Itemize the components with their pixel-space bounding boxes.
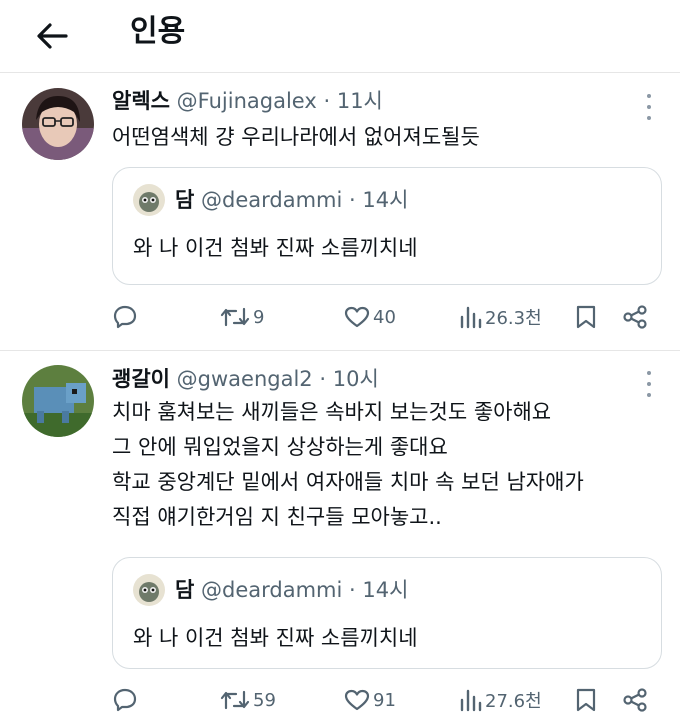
quoted-tweet-text: 와 나 이건 첨봐 진짜 소름끼치네 — [133, 626, 418, 650]
reply-button[interactable] — [112, 301, 141, 333]
quoted-avatar — [133, 184, 165, 216]
like-button[interactable]: 40 — [344, 301, 396, 333]
tweet-text-line: 치마 훔쳐보는 새끼들은 속바지 보는것도 좋아해요 — [112, 400, 552, 424]
heart-icon — [344, 306, 370, 328]
avatar[interactable] — [22, 365, 94, 437]
quoted-user-handle: @deardammi — [201, 578, 343, 602]
quoted-avatar-image — [133, 574, 165, 606]
tweet[interactable]: 괭갈이 @gwaengal2 · 10시 치마 훔쳐보는 새끼들은 속바지 보는… — [0, 351, 680, 727]
retweet-icon — [220, 690, 250, 710]
quoted-avatar — [133, 574, 165, 606]
tweet-actions: 59 91 27.6천 — [112, 684, 660, 716]
quoted-display-name: 담 — [175, 188, 195, 212]
separator-dot: · — [349, 578, 356, 602]
tweet-text: 어떤염색체 걍 우리나라에서 없어져도될듯 — [112, 120, 480, 155]
user-handle[interactable]: @Fujinagalex — [177, 89, 317, 113]
reply-icon — [113, 305, 137, 329]
tweet-text-line: 학교 중앙계단 밑에서 여자애들 치마 속 보던 남자애가 — [112, 470, 584, 494]
quoted-avatar-image — [133, 184, 165, 216]
page-title: 인용 — [130, 14, 186, 49]
separator-dot: · — [349, 188, 356, 212]
display-name[interactable]: 괭갈이 — [112, 367, 170, 391]
avatar-image — [22, 365, 94, 437]
back-button[interactable] — [30, 14, 74, 58]
more-dot-icon — [647, 382, 651, 386]
views-button[interactable]: 26.3천 — [458, 301, 542, 333]
retweet-icon — [220, 307, 250, 327]
more-dot-icon — [647, 105, 651, 109]
quoted-user-handle: @deardammi — [201, 188, 343, 212]
quoted-tweet-header: 담 @deardammi · 14시 — [175, 184, 408, 216]
quoted-timestamp: 14시 — [362, 188, 409, 212]
quoted-display-name: 담 — [175, 578, 195, 602]
top-bar: 인용 — [0, 0, 680, 72]
bookmark-button[interactable] — [575, 684, 597, 716]
more-options-button[interactable] — [644, 94, 654, 120]
display-name[interactable]: 알렉스 — [112, 89, 170, 113]
like-count: 91 — [373, 689, 396, 711]
more-dot-icon — [647, 116, 651, 120]
like-count: 40 — [373, 306, 396, 328]
more-dot-icon — [647, 94, 651, 98]
heart-icon — [344, 689, 370, 711]
share-icon — [623, 305, 647, 329]
share-button[interactable] — [622, 301, 648, 333]
views-icon — [460, 306, 482, 329]
quoted-tweet-header: 담 @deardammi · 14시 — [175, 574, 408, 606]
views-button[interactable]: 27.6천 — [458, 684, 542, 716]
share-icon — [623, 688, 647, 712]
quoted-tweet[interactable]: 담 @deardammi · 14시 와 나 이건 첨봐 진짜 소름끼치네 — [112, 557, 662, 669]
quoted-timestamp: 14시 — [362, 578, 409, 602]
quoted-tweet-text: 와 나 이건 첨봐 진짜 소름끼치네 — [133, 236, 418, 260]
separator-dot: · — [319, 367, 327, 391]
bookmark-icon — [576, 688, 596, 712]
bookmark-button[interactable] — [575, 301, 597, 333]
tweet-text: 치마 훔쳐보는 새끼들은 속바지 보는것도 좋아해요 그 안에 뭐입었을지 상상… — [112, 395, 584, 535]
retweet-count: 59 — [253, 689, 276, 711]
retweet-button[interactable]: 59 — [220, 684, 276, 716]
views-count: 27.6천 — [485, 691, 542, 712]
user-handle[interactable]: @gwaengal2 — [177, 367, 313, 391]
separator-dot: · — [323, 89, 331, 113]
timestamp[interactable]: 10시 — [333, 367, 379, 391]
reply-button[interactable] — [112, 684, 141, 716]
more-dot-icon — [647, 371, 651, 375]
tweet-actions: 9 40 26.3천 — [112, 301, 660, 333]
share-button[interactable] — [622, 684, 648, 716]
tweet-text-line: 어떤염색체 걍 우리나라에서 없어져도될듯 — [112, 125, 480, 149]
tweet-text-line: 그 안에 뭐입었을지 상상하는게 좋대요 — [112, 435, 448, 459]
avatar-image — [22, 88, 94, 160]
tweet-text-line: 직접 얘기한거임 지 친구들 모아놓고.. — [112, 505, 442, 529]
tweet-header: 괭갈이 @gwaengal2 · 10시 — [112, 364, 379, 394]
tweet-header: 알렉스 @Fujinagalex · 11시 — [112, 86, 383, 116]
views-count: 26.3천 — [485, 308, 542, 329]
bookmark-icon — [576, 305, 596, 329]
quoted-tweet[interactable]: 담 @deardammi · 14시 와 나 이건 첨봐 진짜 소름끼치네 — [112, 167, 662, 285]
avatar[interactable] — [22, 88, 94, 160]
tweet[interactable]: 알렉스 @Fujinagalex · 11시 어떤염색체 걍 우리나라에서 없어… — [0, 72, 680, 350]
more-options-button[interactable] — [644, 371, 654, 397]
arrow-left-icon — [37, 23, 68, 49]
views-icon — [460, 689, 482, 712]
retweet-count: 9 — [253, 306, 265, 328]
like-button[interactable]: 91 — [344, 684, 396, 716]
reply-icon — [113, 688, 137, 712]
timestamp[interactable]: 11시 — [337, 89, 383, 113]
more-dot-icon — [647, 393, 651, 397]
retweet-button[interactable]: 9 — [220, 301, 264, 333]
